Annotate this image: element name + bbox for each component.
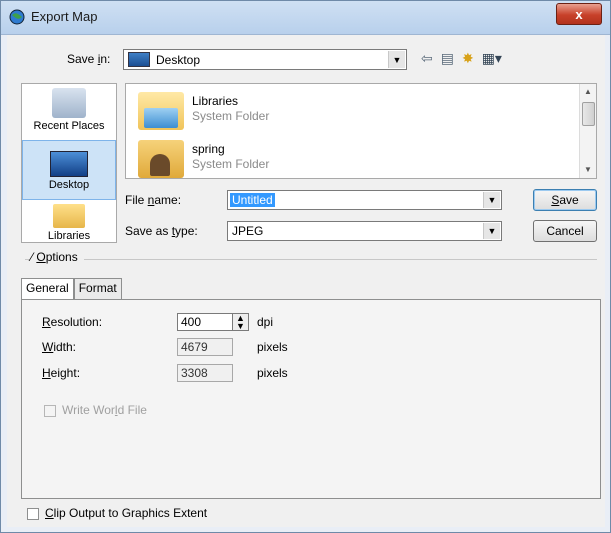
options-toggle[interactable]: ⁄ Options [29, 250, 84, 264]
collapse-arrow-icon: ⁄ [31, 250, 34, 264]
tab-label: Format [78, 281, 117, 295]
options-label: Options [36, 250, 78, 264]
tab-format[interactable]: Format [73, 278, 122, 301]
place-recent-places[interactable]: Recent Places [22, 88, 116, 140]
title-bar[interactable]: Export Map x [1, 1, 610, 35]
write-world-file-label: Write World File [62, 403, 147, 417]
navigation-toolbar: ⇦ ▤ ✸ ▦▾ [421, 50, 502, 67]
options-divider [25, 259, 597, 260]
file-name: spring [192, 142, 225, 156]
tab-label: General [26, 281, 69, 295]
scroll-thumb[interactable] [582, 102, 595, 126]
recent-places-icon [52, 88, 86, 118]
scroll-down-icon[interactable]: ▼ [580, 162, 596, 178]
file-name-value: Untitled [230, 193, 275, 207]
places-bar: Recent Places Desktop Libraries [21, 83, 117, 243]
file-name-input[interactable]: Untitled ▼ [227, 190, 502, 210]
desktop-mini-icon [128, 52, 150, 67]
view-menu-icon[interactable]: ▦▾ [482, 50, 502, 67]
dialog-body: Save in: Desktop ▼ ⇦ ▤ ✸ ▦▾ Recent Place… [7, 35, 605, 527]
up-folder-icon[interactable]: ▤ [441, 50, 454, 67]
close-icon: x [575, 6, 583, 22]
file-name-label: File name: [125, 193, 182, 207]
place-label: Recent Places [33, 120, 105, 132]
list-item[interactable]: Libraries System Folder [134, 86, 574, 132]
resolution-input[interactable]: 400 [177, 313, 233, 331]
cancel-button[interactable]: Cancel [533, 220, 597, 242]
place-desktop[interactable]: Desktop [22, 140, 116, 200]
list-item[interactable]: spring System Folder [134, 134, 574, 178]
desktop-icon [50, 151, 88, 177]
general-tab-content: Resolution: 400 ▲ ▼ dpi Width: 4679 pixel… [22, 300, 600, 498]
width-label: Width: [42, 340, 77, 354]
scroll-up-icon[interactable]: ▲ [580, 84, 596, 100]
file-name: Libraries [192, 94, 239, 108]
file-type: System Folder [192, 109, 270, 123]
resolution-stepper[interactable]: ▲ ▼ [233, 313, 249, 331]
save-button-label: Save [551, 193, 579, 207]
close-button[interactable]: x [556, 3, 602, 25]
file-list[interactable]: Libraries System Folder spring System Fo… [125, 83, 597, 179]
export-map-dialog: Export Map x Save in: Desktop ▼ ⇦ ▤ ✸ ▦▾… [0, 0, 611, 533]
vertical-scrollbar[interactable]: ▲ ▼ [579, 84, 596, 178]
save-in-value: Desktop [156, 52, 201, 67]
back-arrow-icon[interactable]: ⇦ [421, 50, 433, 67]
window-title: Export Map [31, 9, 98, 24]
resolution-label: Resolution: [42, 315, 103, 329]
save-in-label: Save in: [67, 52, 111, 66]
save-in-dropdown[interactable]: Desktop ▼ [123, 49, 407, 70]
save-as-type-dropdown[interactable]: JPEG ▼ [227, 221, 502, 241]
options-tabs: General Format [21, 278, 122, 301]
chevron-down-icon[interactable]: ▼ [483, 192, 500, 208]
general-tab-panel: Resolution: 400 ▲ ▼ dpi Width: 4679 pixel… [21, 299, 601, 499]
save-as-type-label: Save as type: [125, 224, 198, 238]
user-folder-icon [138, 140, 184, 178]
place-label: Libraries [47, 230, 91, 242]
resolution-unit: dpi [257, 315, 274, 329]
chevron-down-icon[interactable]: ▼ [388, 51, 405, 68]
save-button[interactable]: Save [533, 189, 597, 211]
height-unit: pixels [257, 366, 288, 380]
width-field: 4679 [177, 338, 233, 356]
height-label: Height: [42, 366, 81, 380]
width-unit: pixels [257, 340, 288, 354]
clip-output-label: Clip Output to Graphics Extent [45, 506, 208, 520]
clip-output-checkbox[interactable] [27, 508, 39, 520]
file-type: System Folder [192, 157, 270, 171]
chevron-down-icon[interactable]: ▼ [483, 223, 500, 239]
height-field: 3308 [177, 364, 233, 382]
libraries-icon [53, 204, 85, 228]
cancel-button-label: Cancel [546, 224, 584, 238]
save-as-type-value: JPEG [232, 224, 264, 238]
libraries-folder-icon [138, 92, 184, 130]
place-label: Desktop [48, 179, 90, 191]
place-libraries[interactable]: Libraries [22, 204, 116, 242]
write-world-file-checkbox[interactable] [44, 405, 56, 417]
globe-icon [9, 9, 25, 25]
new-folder-icon[interactable]: ✸ [462, 50, 474, 67]
tab-general[interactable]: General [21, 278, 74, 301]
